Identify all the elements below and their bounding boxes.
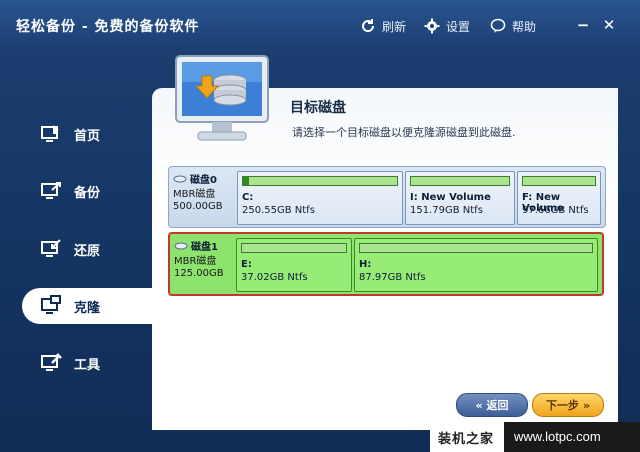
- disk-row-1[interactable]: 磁盘1 MBR磁盘 125.00GB E: 37.02GB Ntfs H: 87…: [168, 232, 604, 296]
- sidebar-item-label: 工具: [74, 357, 101, 373]
- disk-info: 磁盘1 MBR磁盘 125.00GB: [174, 238, 238, 290]
- content-title: 目标磁盘: [290, 100, 346, 116]
- double-chevron-left-icon: «: [475, 398, 483, 412]
- next-label: 下一步: [545, 399, 579, 412]
- disk-clone-monitor-icon: [175, 55, 269, 141]
- partition-f[interactable]: F: New Volume 97.66GB Ntfs: [517, 171, 601, 225]
- sidebar-item-home[interactable]: 首页: [22, 116, 152, 152]
- next-button[interactable]: 下一步 »: [532, 393, 604, 417]
- partition-size: 151.79GB Ntfs: [410, 205, 483, 216]
- backup-monitor-icon: [41, 182, 61, 199]
- home-monitor-icon: [41, 125, 59, 142]
- sidebar-item-label: 克隆: [74, 300, 101, 316]
- partition-c[interactable]: C: 250.55GB Ntfs: [237, 171, 403, 225]
- watermark-brand: 装机之家: [438, 431, 495, 447]
- settings-button[interactable]: 设置: [424, 16, 470, 36]
- restore-monitor-icon: [41, 239, 61, 257]
- partition-size: 87.97GB Ntfs: [359, 272, 426, 283]
- refresh-label: 刷新: [382, 19, 407, 34]
- disk-type: MBR磁盘: [174, 256, 217, 267]
- partition-usage-bar: [522, 176, 596, 186]
- sidebar-item-backup[interactable]: 备份: [22, 173, 152, 209]
- content-subtitle: 请选择一个目标磁盘以便克隆源磁盘到此磁盘.: [292, 126, 516, 139]
- help-button[interactable]: 帮助: [490, 16, 536, 36]
- partition-i[interactable]: I: New Volume 151.79GB Ntfs: [405, 171, 515, 225]
- settings-label: 设置: [446, 19, 471, 34]
- partition-label: H:: [359, 259, 372, 270]
- back-button[interactable]: « 返回: [456, 393, 528, 417]
- disk-name: 磁盘0: [190, 175, 217, 186]
- back-label: 返回: [486, 399, 509, 412]
- partition-usage-bar: [242, 176, 398, 186]
- partition-usage-bar: [410, 176, 510, 186]
- disk-type: MBR磁盘: [173, 189, 216, 200]
- sidebar-item-tools[interactable]: 工具: [22, 345, 152, 381]
- partition-label: I: New Volume: [410, 192, 491, 203]
- disk-icon: [173, 175, 187, 182]
- usage-fill: [243, 177, 250, 185]
- disk-row-0[interactable]: 磁盘0 MBR磁盘 500.00GB C: 250.55GB Ntfs I: N…: [168, 166, 606, 228]
- disk-size: 125.00GB: [174, 268, 224, 279]
- partition-size: 97.66GB Ntfs: [522, 205, 589, 216]
- partition-usage-bar: [241, 243, 347, 253]
- refresh-button[interactable]: 刷新: [360, 16, 406, 36]
- double-chevron-right-icon: »: [582, 398, 591, 412]
- sidebar-item-label: 备份: [74, 185, 101, 201]
- watermark: 装机之家 www.lotpc.com: [430, 422, 640, 452]
- refresh-icon: [362, 19, 375, 33]
- help-bubble-icon: [490, 18, 506, 33]
- tools-monitor-icon: [41, 353, 62, 371]
- partition-size: 250.55GB Ntfs: [242, 205, 315, 216]
- minimize-button[interactable]: −: [574, 16, 592, 34]
- clone-monitor-icon: [41, 295, 61, 314]
- sidebar-item-label: 还原: [74, 243, 101, 259]
- partition-size: 37.02GB Ntfs: [241, 272, 308, 283]
- partition-label: C:: [242, 192, 254, 203]
- disk-name: 磁盘1: [191, 242, 218, 253]
- sidebar-item-label: 首页: [74, 128, 101, 144]
- partition-h[interactable]: H: 87.97GB Ntfs: [354, 238, 598, 292]
- sidebar-item-restore[interactable]: 还原: [22, 231, 152, 267]
- disk-size: 500.00GB: [173, 201, 223, 212]
- watermark-url: www.lotpc.com: [504, 422, 640, 452]
- partition-e[interactable]: E: 37.02GB Ntfs: [236, 238, 352, 292]
- disk-icon: [174, 242, 188, 249]
- sidebar-item-clone[interactable]: 克隆: [22, 288, 162, 324]
- help-label: 帮助: [512, 19, 537, 34]
- close-button[interactable]: ✕: [600, 16, 618, 34]
- gear-icon: [424, 18, 440, 34]
- app-title: 轻松备份 - 免费的备份软件: [16, 19, 200, 35]
- partition-label: E:: [241, 259, 252, 270]
- partition-usage-bar: [359, 243, 593, 253]
- disk-info: 磁盘0 MBR磁盘 500.00GB: [173, 171, 237, 223]
